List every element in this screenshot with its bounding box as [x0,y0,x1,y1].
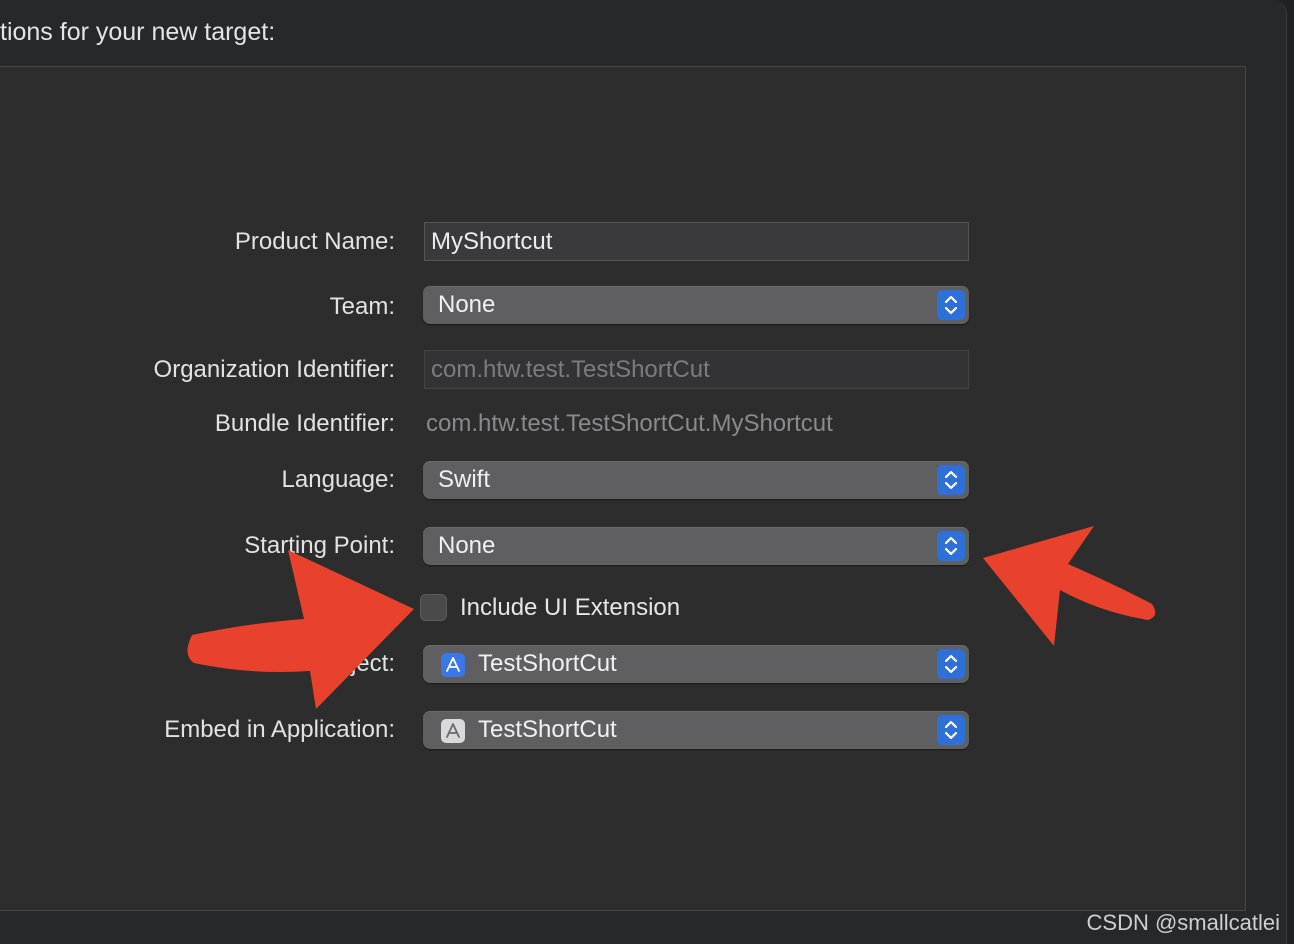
sheet-header-text: tions for your new target: [0,18,276,46]
chevron-up-down-icon [937,290,965,320]
team-popup[interactable]: None [423,286,969,324]
product-name-label: Product Name: [234,228,395,255]
xcode-project-icon [441,653,465,677]
embed-in-application-value: TestShortCut [478,716,617,743]
project-value: TestShortCut [478,650,617,677]
annotation-arrow-right [983,526,1156,646]
chevron-up-down-icon [937,715,965,745]
organization-identifier-field: com.htw.test.TestShortCut [424,350,969,389]
chevron-up-down-icon [937,649,965,679]
embed-in-application-popup[interactable]: TestShortCut [423,711,969,749]
language-label: Language: [281,466,395,493]
team-value: None [438,291,496,318]
language-value: Swift [438,466,491,493]
starting-point-value: None [438,532,496,559]
app-icon [441,719,465,743]
team-label: Team: [329,293,395,320]
organization-identifier-label: Organization Identifier: [153,356,395,383]
include-ui-extension-checkbox[interactable] [420,594,447,621]
bundle-identifier-value: com.htw.test.TestShortCut.MyShortcut [426,410,833,437]
project-popup[interactable]: TestShortCut [423,645,969,683]
starting-point-popup[interactable]: None [423,527,969,565]
watermark: CSDN @smallcatlei [1086,910,1280,935]
chevron-up-down-icon [937,465,965,495]
bundle-identifier-label: Bundle Identifier: [214,410,395,437]
target-options-sheet: tions for your new target: Product Name:… [0,0,1287,944]
include-ui-extension-label[interactable]: Include UI Extension [460,594,680,622]
language-popup[interactable]: Swift [423,461,969,499]
annotation-arrow-left [187,550,414,709]
product-name-field[interactable]: MyShortcut [424,222,969,261]
chevron-up-down-icon [937,531,965,561]
